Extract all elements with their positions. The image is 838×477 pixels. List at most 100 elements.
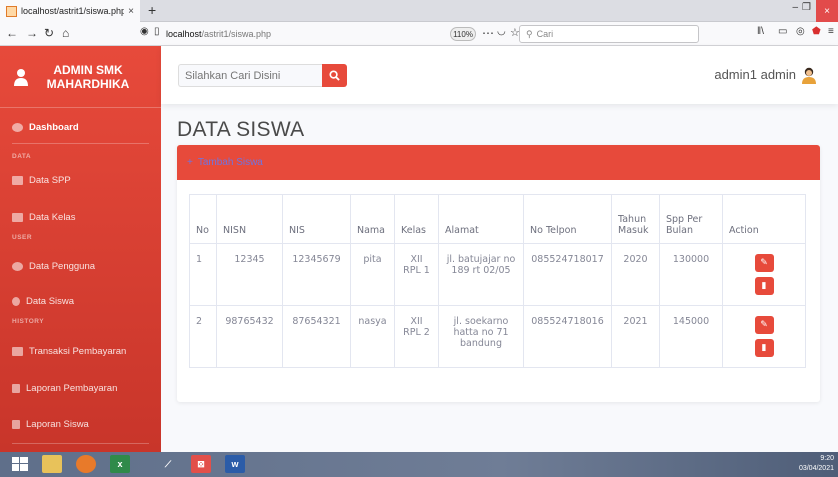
avatar[interactable] [802, 67, 816, 84]
paint-icon[interactable]: ⟋ [158, 455, 178, 473]
reload-icon[interactable]: ↻ [44, 26, 54, 40]
sidebar-item-label: Laporan Siswa [26, 419, 89, 430]
new-tab-button[interactable]: + [148, 2, 156, 18]
shield-icon[interactable]: ◉ [140, 26, 149, 37]
report-icon [12, 420, 20, 429]
cell-telp: 085524718016 [523, 305, 612, 368]
pocket-icon[interactable]: ◡ [497, 26, 506, 37]
sidebar-item-laporan-siswa[interactable]: Laporan Siswa [12, 419, 89, 430]
cell-kelas: XII RPL 1 [394, 243, 439, 306]
sidebar-item-transaksi-pembayaran[interactable]: Transaksi Pembayaran [12, 346, 126, 357]
sidebar-item-label: Data Kelas [29, 212, 76, 223]
sidebar-toggle-icon[interactable]: ▭ [778, 26, 787, 37]
word-icon[interactable]: w [225, 455, 245, 473]
column-header: No Telpon [523, 194, 612, 244]
home-icon[interactable]: ⌂ [62, 26, 69, 40]
browser-search-input[interactable]: ⚲ Cari [519, 25, 699, 43]
table-icon [12, 176, 23, 185]
user-icon [14, 68, 28, 86]
cell-nisn: 98765432 [216, 305, 283, 368]
table-row: 2 98765432 87654321 nasya XII RPL 2 jl. … [189, 305, 806, 368]
sidebar-item-data-spp[interactable]: Data SPP [12, 175, 71, 186]
tab-title: localhost/astrit1/siswa.php [21, 6, 125, 16]
column-header: Alamat [438, 194, 524, 244]
cell-nis: 87654321 [282, 305, 351, 368]
sidebar-divider [12, 143, 149, 144]
browser-nav-bar: ← → ↻ ⌂ ◉ ▯ localhost/astrit1/siswa.php … [0, 22, 838, 46]
browser-tab-bar: localhost/astrit1/siswa.php × + – ❐ × [0, 0, 838, 22]
cell-tahun: 2021 [611, 305, 660, 368]
edit-button[interactable]: ✎ [754, 316, 774, 334]
excel-icon[interactable]: x [110, 455, 130, 473]
restore-icon[interactable]: ❐ [802, 2, 811, 13]
delete-button[interactable]: ▮ [754, 277, 774, 295]
sidebar-item-laporan-pembayaran[interactable]: Laporan Pembayaran [12, 383, 117, 394]
extension-icon[interactable]: ⬟ [812, 26, 821, 37]
cell-telp: 085524718017 [523, 243, 612, 306]
column-header: Action [722, 194, 806, 244]
column-header: NIS [282, 194, 351, 244]
edit-button[interactable]: ✎ [754, 254, 774, 272]
page-title: DATA SISWA [177, 118, 305, 141]
system-tray[interactable]: 9:20 03/04/2021 [799, 454, 834, 474]
column-header: Kelas [394, 194, 439, 244]
library-icon[interactable]: ‖\ [757, 26, 764, 37]
page-info-icon[interactable]: ▯ [154, 26, 160, 37]
card-header: + Tambah Siswa [177, 145, 820, 180]
sidebar-item-label: Data SPP [29, 175, 71, 186]
add-student-link[interactable]: Tambah Siswa [198, 157, 263, 168]
window-close-button[interactable]: × [816, 0, 838, 22]
xampp-icon[interactable]: ⊠ [191, 455, 211, 473]
tab-close-icon[interactable]: × [128, 6, 134, 17]
search-button[interactable] [322, 64, 347, 87]
table-icon [12, 213, 23, 222]
sidebar-item-label: Data Pengguna [29, 261, 96, 272]
sidebar-item-label: Dashboard [29, 122, 79, 133]
brand-title: ADMIN SMK MAHARDHIKA [46, 62, 130, 91]
column-header: NISN [216, 194, 283, 244]
sidebar-item-dashboard[interactable]: Dashboard [12, 122, 79, 133]
forward-icon[interactable]: → [26, 26, 38, 40]
topbar: admin1 admin [161, 46, 838, 104]
sidebar-item-data-pengguna[interactable]: Data Pengguna [12, 261, 95, 272]
column-header: Nama [350, 194, 395, 244]
sidebar: ADMIN SMK MAHARDHIKA Dashboard DATA Data… [0, 46, 161, 452]
cell-nama: nasya [350, 305, 395, 368]
clock-date: 03/04/2021 [798, 465, 834, 472]
sidebar-item-data-siswa[interactable]: Data Siswa [12, 296, 74, 307]
sidebar-item-label: Transaksi Pembayaran [29, 346, 127, 357]
column-header: Tahun Masuk [611, 194, 660, 244]
url-path: /astrit1/siswa.php [201, 29, 272, 39]
clock-time: 9:20 [820, 455, 834, 462]
firefox-icon[interactable] [76, 455, 96, 473]
browser-search-placeholder: Cari [536, 29, 554, 39]
browser-tab[interactable]: localhost/astrit1/siswa.php × [0, 0, 140, 22]
cell-alamat: jl. soekarno hatta no 71 bandung [438, 305, 524, 368]
more-actions-icon[interactable]: ⋯ [482, 26, 494, 40]
account-icon[interactable]: ◎ [796, 26, 805, 37]
cell-alamat: jl. batujajar no 189 rt 02/05 [438, 243, 524, 306]
edit-icon: ✎ [760, 258, 768, 268]
start-button[interactable] [8, 455, 32, 473]
sidebar-heading-history: HISTORY [12, 318, 45, 325]
sidebar-brand[interactable]: ADMIN SMK MAHARDHIKA [0, 46, 161, 108]
students-table: No NISN NIS Nama Kelas Alamat No Telpon … [189, 194, 806, 368]
cell-kelas: XII RPL 2 [394, 305, 439, 368]
plus-icon: + [187, 157, 193, 168]
sidebar-item-data-kelas[interactable]: Data Kelas [12, 212, 75, 223]
file-explorer-icon[interactable] [42, 455, 62, 473]
back-icon[interactable]: ← [6, 26, 18, 40]
username-label[interactable]: admin1 admin [714, 67, 796, 82]
menu-icon[interactable]: ≡ [828, 26, 834, 37]
delete-button[interactable]: ▮ [754, 339, 774, 357]
edit-icon: ✎ [760, 320, 768, 330]
page-favicon-icon [6, 5, 17, 17]
zoom-level[interactable]: 110% [450, 27, 476, 41]
sidebar-heading-user: USER [12, 234, 33, 241]
search-input[interactable] [178, 64, 322, 87]
cell-spp: 130000 [659, 243, 723, 306]
cell-no: 1 [189, 243, 217, 306]
url-host: localhost [166, 29, 202, 39]
cell-nisn: 12345 [216, 243, 283, 306]
minimize-icon[interactable]: – [792, 2, 798, 13]
